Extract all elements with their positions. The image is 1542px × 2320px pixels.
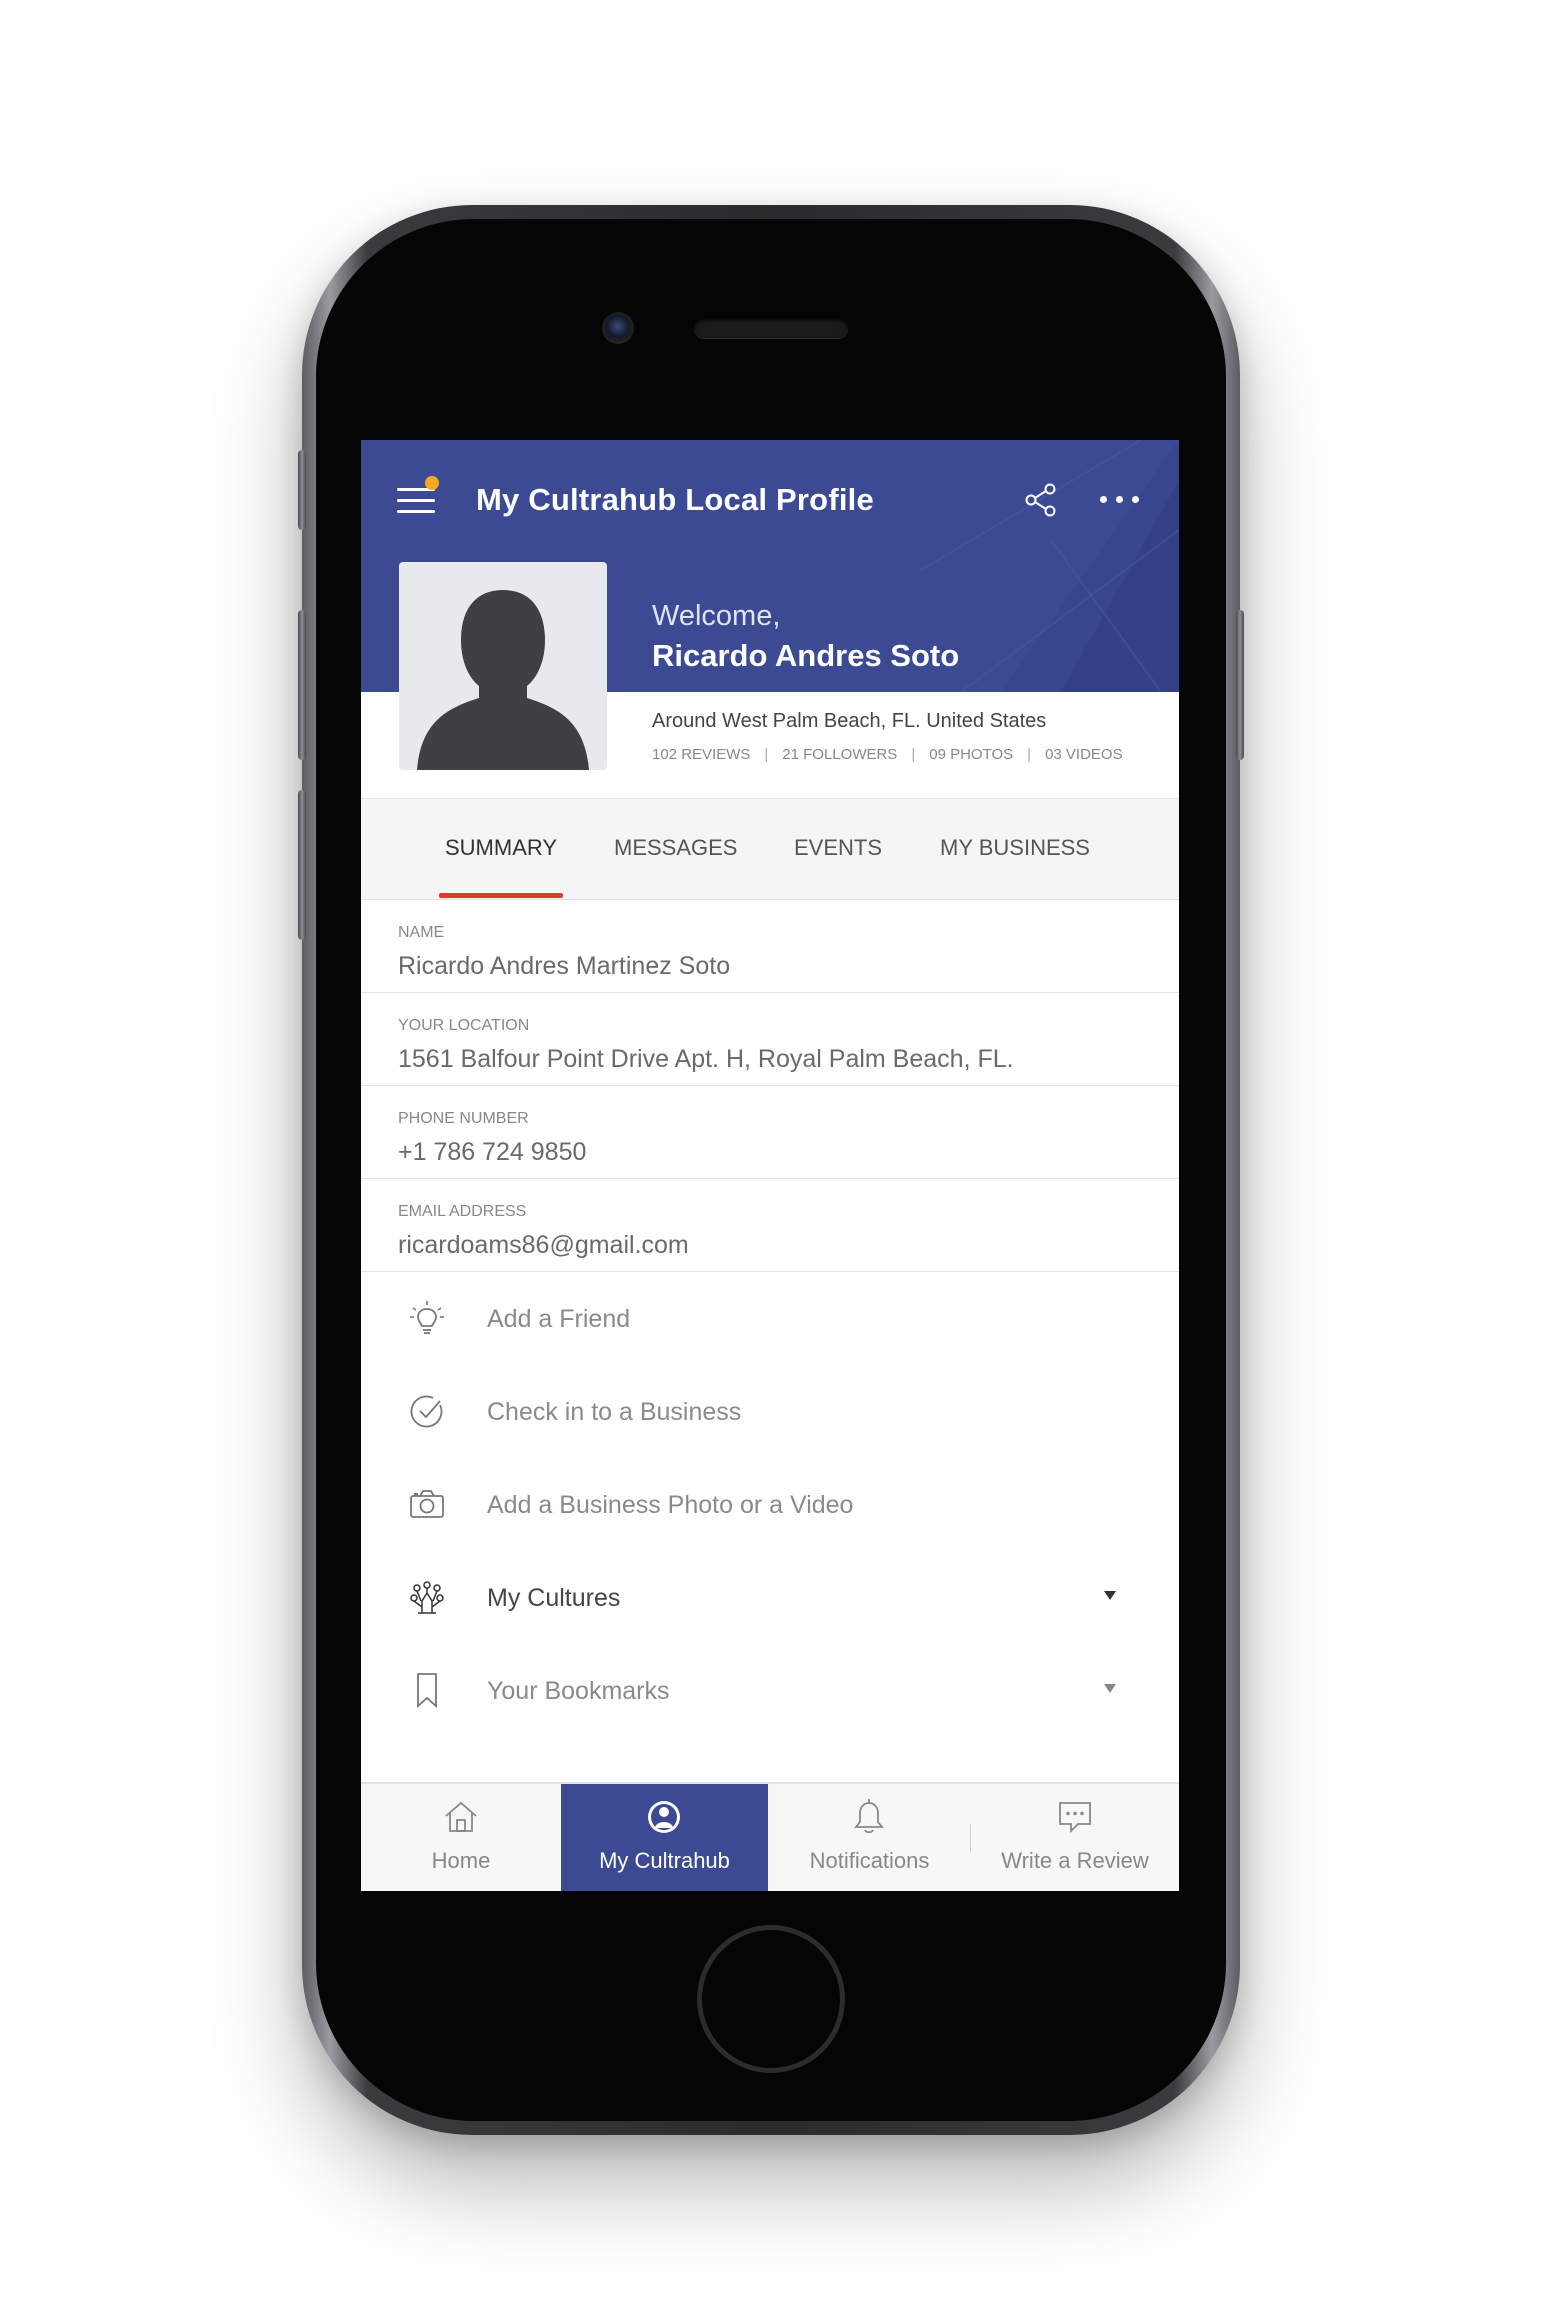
bottom-navigation: Home My Cultrahub Notifications Write a … xyxy=(361,1782,1179,1891)
power-button xyxy=(1236,610,1244,760)
location-field: YOUR LOCATION 1561 Balfour Point Drive A… xyxy=(361,993,1179,1086)
stats-separator: | xyxy=(1027,746,1032,763)
mute-switch xyxy=(298,450,306,530)
share-button[interactable] xyxy=(1023,482,1059,518)
chat-bubble-icon xyxy=(1059,1802,1091,1834)
active-tab-indicator xyxy=(439,893,563,898)
bookmark-icon xyxy=(417,1673,437,1708)
nav-write-review[interactable]: Write a Review xyxy=(971,1784,1179,1891)
nav-home[interactable]: Home xyxy=(361,1784,561,1891)
action-label: Add a Business Photo or a Video xyxy=(487,1491,854,1519)
earpiece-speaker xyxy=(694,318,848,338)
profile-tabs: SUMMARY MESSAGES EVENTS MY BUSINESS xyxy=(361,798,1179,900)
field-label: YOUR LOCATION xyxy=(398,1017,530,1034)
email-field: EMAIL ADDRESS ricardoams86@gmail.com xyxy=(361,1179,1179,1272)
bell-icon xyxy=(854,1799,884,1834)
user-location: Around West Palm Beach, FL. United State… xyxy=(652,710,1047,732)
check-in-action[interactable]: Check in to a Business xyxy=(361,1365,1179,1457)
front-camera xyxy=(602,312,634,344)
home-hardware-button[interactable] xyxy=(697,1925,845,2073)
expand-caret-icon[interactable] xyxy=(1104,1684,1116,1693)
share-icon xyxy=(1025,483,1056,517)
stats-separator: | xyxy=(911,746,916,763)
tab-events[interactable]: EVENTS xyxy=(794,835,882,861)
nav-label: Notifications xyxy=(809,1848,930,1873)
tab-summary[interactable]: SUMMARY xyxy=(445,835,557,861)
reviews-count[interactable]: 102 REVIEWS xyxy=(652,746,750,763)
tab-messages[interactable]: MESSAGES xyxy=(614,835,737,861)
more-options-button[interactable] xyxy=(1098,494,1142,506)
app-screen: My Cultrahub Local Profile Welcome, Rica… xyxy=(361,440,1179,1891)
nav-label: Home xyxy=(431,1848,491,1873)
notification-dot xyxy=(425,476,439,490)
field-label: PHONE NUMBER xyxy=(398,1110,529,1127)
camera-icon xyxy=(410,1490,444,1518)
default-user-icon xyxy=(417,590,589,770)
action-label: Your Bookmarks xyxy=(487,1677,670,1705)
field-label: NAME xyxy=(398,924,445,941)
home-icon xyxy=(445,1801,477,1832)
profile-icon xyxy=(648,1801,680,1833)
user-name: Ricardo Andres Soto xyxy=(652,638,960,673)
videos-count[interactable]: 03 VIDEOS xyxy=(1045,746,1123,763)
action-label: My Cultures xyxy=(487,1584,621,1612)
tab-my-business[interactable]: MY BUSINESS xyxy=(940,835,1090,861)
field-value[interactable]: 1561 Balfour Point Drive Apt. H, Royal P… xyxy=(398,1045,1014,1074)
page-title: My Cultrahub Local Profile xyxy=(476,482,874,517)
volume-down-button xyxy=(298,790,306,940)
my-cultures-action[interactable]: My Cultures xyxy=(361,1551,1179,1643)
field-value[interactable]: ricardoams86@gmail.com xyxy=(398,1231,689,1260)
menu-button[interactable] xyxy=(397,476,439,518)
field-value[interactable]: Ricardo Andres Martinez Soto xyxy=(398,952,730,981)
nav-label: My Cultrahub xyxy=(599,1848,730,1873)
action-label: Check in to a Business xyxy=(487,1398,742,1426)
field-label: EMAIL ADDRESS xyxy=(398,1203,527,1220)
followers-count[interactable]: 21 FOLLOWERS xyxy=(782,746,897,763)
lightbulb-icon xyxy=(410,1301,444,1334)
field-value[interactable]: +1 786 724 9850 xyxy=(398,1138,586,1167)
stats-separator: | xyxy=(764,746,769,763)
nav-notifications[interactable]: Notifications xyxy=(768,1784,971,1891)
nav-my-cultrahub[interactable]: My Cultrahub xyxy=(561,1784,768,1891)
photos-count[interactable]: 09 PHOTOS xyxy=(929,746,1013,763)
check-circle-icon xyxy=(410,1395,443,1428)
welcome-text: Welcome, xyxy=(652,600,781,632)
cultures-icon xyxy=(410,1581,444,1614)
profile-stats: 102 REVIEWS | 21 FOLLOWERS | 09 PHOTOS | 03 VI… xyxy=(652,746,1123,763)
action-label: Add a Friend xyxy=(487,1305,631,1333)
phone-field: PHONE NUMBER +1 786 724 9850 xyxy=(361,1086,1179,1179)
avatar[interactable] xyxy=(399,562,607,770)
add-photo-action[interactable]: Add a Business Photo or a Video xyxy=(361,1458,1179,1550)
expand-caret-icon[interactable] xyxy=(1104,1591,1116,1600)
bookmarks-action[interactable]: Your Bookmarks xyxy=(361,1644,1179,1736)
name-field: NAME Ricardo Andres Martinez Soto xyxy=(361,900,1179,993)
nav-label: Write a Review xyxy=(1001,1848,1149,1873)
add-friend-action[interactable]: Add a Friend xyxy=(361,1272,1179,1364)
volume-up-button xyxy=(298,610,306,760)
